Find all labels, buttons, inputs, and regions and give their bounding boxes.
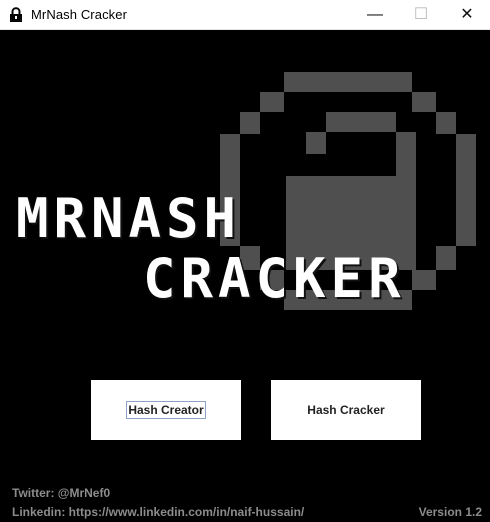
version-text: Version 1.2 — [418, 505, 482, 519]
main-content: MRNASH CRACKER Hash Creator Hash Cracker… — [0, 30, 490, 522]
window-titlebar[interactable]: MrNash Cracker — ☐ ✕ — [0, 0, 490, 30]
maximize-button[interactable]: ☐ — [398, 0, 444, 30]
hash-cracker-label: Hash Cracker — [307, 403, 385, 417]
hash-cracker-button[interactable]: Hash Cracker — [271, 380, 421, 440]
hash-creator-button[interactable]: Hash Creator — [91, 380, 241, 440]
window-title: MrNash Cracker — [31, 7, 128, 22]
lock-icon — [10, 7, 22, 22]
logo-line-cracker: CRACKER — [143, 247, 406, 310]
close-icon: ✕ — [460, 6, 474, 23]
logo-line-mrnash: MRNASH — [16, 187, 242, 250]
linkedin-text: Linkedin: https://www.linkedin.com/in/na… — [12, 505, 305, 519]
twitter-text: Twitter: @MrNef0 — [12, 486, 111, 500]
minimize-icon: — — [367, 6, 383, 23]
maximize-icon: ☐ — [413, 6, 429, 23]
minimize-button[interactable]: — — [352, 0, 398, 30]
app-window: MrNash Cracker — ☐ ✕ MRNASH CRACKER Hash… — [0, 0, 490, 522]
close-button[interactable]: ✕ — [444, 0, 490, 30]
hash-creator-label: Hash Creator — [126, 401, 206, 419]
